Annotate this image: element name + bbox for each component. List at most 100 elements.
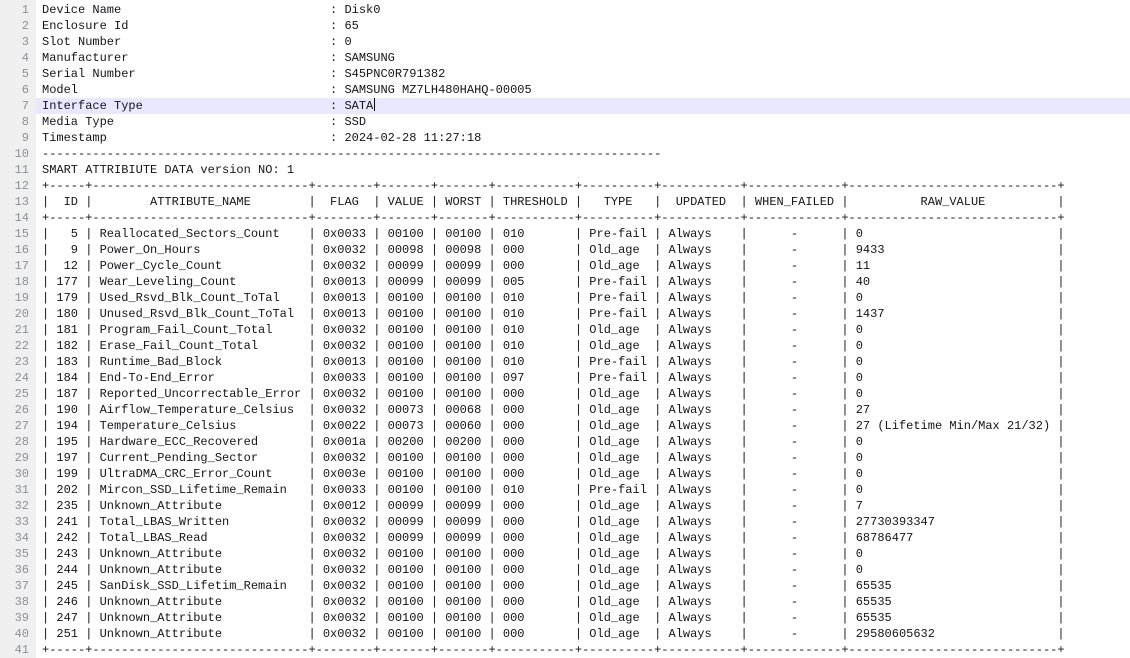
line-number: 17 — [0, 258, 36, 274]
editor-line[interactable]: 25| 187 | Reported_Uncorrectable_Error |… — [0, 386, 1130, 402]
line-number: 35 — [0, 546, 36, 562]
line-number: 13 — [0, 194, 36, 210]
text-editor[interactable]: 1 Device Name : Disk02Enclosure Id : 653S… — [0, 0, 1130, 658]
line-number: 37 — [0, 578, 36, 594]
editor-line[interactable]: 23| 183 | Runtime_Bad_Block | 0x0013 | 0… — [0, 354, 1130, 370]
editor-line[interactable]: 10 --------------------------------------… — [0, 146, 1130, 162]
editor-line[interactable]: 33| 241 | Total_LBAS_Written | 0x0032 | … — [0, 514, 1130, 530]
line-number: 11 — [0, 162, 36, 178]
editor-line[interactable]: 13 | ID | ATTRIBUTE_NAME | FLAG | VALUE |… — [0, 194, 1130, 210]
line-text: Enclosure Id : 65 — [42, 18, 359, 34]
line-number: 19 — [0, 290, 36, 306]
line-text: | 245 | SanDisk_SSD_Lifetim_Remain | 0x0… — [42, 578, 1065, 594]
line-number: 5 — [0, 66, 36, 82]
line-number: 21 — [0, 322, 36, 338]
editor-line[interactable]: 15| 5 | Reallocated_Sectors_Count | 0x00… — [0, 226, 1130, 242]
editor-line[interactable]: 18| 177 | Wear_Leveling_Count | 0x0013 |… — [0, 274, 1130, 290]
line-number: 14 — [0, 210, 36, 226]
line-number: 32 — [0, 498, 36, 514]
line-text: | 197 | Current_Pending_Sector | 0x0032 … — [42, 450, 1065, 466]
line-number: 28 — [0, 434, 36, 450]
editor-line[interactable]: 28 | 195 | Hardware_ECC_Recovered | 0x001… — [0, 434, 1130, 450]
editor-line[interactable]: 3Slot Number : 0 — [0, 34, 1130, 50]
line-text: Model : SAMSUNG MZ7LH480HAHQ-00005 — [42, 82, 532, 98]
line-text: | 182 | Erase_Fail_Count_Total | 0x0032 … — [42, 338, 1065, 354]
line-number: 23 — [0, 354, 36, 370]
line-number: 41 — [0, 642, 36, 658]
editor-line-current[interactable]: 7Interface Type : SATA — [0, 98, 1130, 114]
line-number: 34 — [0, 530, 36, 546]
line-number: 25 — [0, 386, 36, 402]
editor-line[interactable]: 22 | 182 | Erase_Fail_Count_Total | 0x003… — [0, 338, 1130, 354]
line-number: 27 — [0, 418, 36, 434]
line-text: | 195 | Hardware_ECC_Recovered | 0x001a … — [42, 434, 1065, 450]
line-number: 40 — [0, 626, 36, 642]
editor-line[interactable]: 24| 184 | End-To-End_Error | 0x0033 | 00… — [0, 370, 1130, 386]
editor-line[interactable]: 19 | 179 | Used_Rsvd_Blk_Count_ToTal | 0x… — [0, 290, 1130, 306]
line-number: 6 — [0, 82, 36, 98]
line-text: | 242 | Total_LBAS_Read | 0x0032 | 00099… — [42, 530, 1065, 546]
line-text: Manufacturer : SAMSUNG — [42, 50, 395, 66]
line-number: 39 — [0, 610, 36, 626]
line-text: | 199 | UltraDMA_CRC_Error_Count | 0x003… — [42, 466, 1065, 482]
line-text: Serial Number : S45PNC0R791382 — [42, 66, 445, 82]
line-text: Device Name : Disk0 — [42, 2, 380, 18]
line-number: 1 — [0, 2, 36, 18]
editor-line[interactable]: 34 | 242 | Total_LBAS_Read | 0x0032 | 000… — [0, 530, 1130, 546]
line-number: 26 — [0, 402, 36, 418]
editor-line[interactable]: 29| 197 | Current_Pending_Sector | 0x003… — [0, 450, 1130, 466]
editor-line[interactable]: 14+-----+------------------------------+… — [0, 210, 1130, 226]
editor-line[interactable]: 40| 251 | Unknown_Attribute | 0x0032 | 0… — [0, 626, 1130, 642]
line-text: ----------------------------------------… — [42, 146, 661, 162]
editor-line[interactable]: 36| 244 | Unknown_Attribute | 0x0032 | 0… — [0, 562, 1130, 578]
editor-line[interactable]: 4 Manufacturer : SAMSUNG — [0, 50, 1130, 66]
line-text: | ID | ATTRIBUTE_NAME | FLAG | VALUE | W… — [42, 194, 1065, 210]
line-text: | 179 | Used_Rsvd_Blk_Count_ToTal | 0x00… — [42, 290, 1065, 306]
line-number: 22 — [0, 338, 36, 354]
line-text: | 202 | Mircon_SSD_Lifetime_Remain | 0x0… — [42, 482, 1065, 498]
editor-line[interactable]: 35 | 243 | Unknown_Attribute | 0x0032 | 0… — [0, 546, 1130, 562]
editor-line[interactable]: 20| 180 | Unused_Rsvd_Blk_Count_ToTal | … — [0, 306, 1130, 322]
editor-line[interactable]: 8Media Type : SSD — [0, 114, 1130, 130]
line-text: | 194 | Temperature_Celsius | 0x0022 | 0… — [42, 418, 1065, 434]
editor-line[interactable]: 11SMART ATTRIBIUTE DATA version NO: 1 — [0, 162, 1130, 178]
line-text: | 9 | Power_On_Hours | 0x0032 | 00098 | … — [42, 242, 1065, 258]
editor-line[interactable]: 31 | 202 | Mircon_SSD_Lifetime_Remain | 0… — [0, 482, 1130, 498]
editor-line[interactable]: 26| 190 | Airflow_Temperature_Celsius | … — [0, 402, 1130, 418]
editor-line[interactable]: 12 +-----+------------------------------+… — [0, 178, 1130, 194]
editor-content[interactable]: 1 Device Name : Disk02Enclosure Id : 653S… — [0, 2, 1130, 658]
editor-line[interactable]: 30| 199 | UltraDMA_CRC_Error_Count | 0x0… — [0, 466, 1130, 482]
editor-line[interactable]: 5 Serial Number : S45PNC0R791382 — [0, 66, 1130, 82]
line-text: | 180 | Unused_Rsvd_Blk_Count_ToTal | 0x… — [42, 306, 1065, 322]
editor-line[interactable]: 2Enclosure Id : 65 — [0, 18, 1130, 34]
line-text: +-----+------------------------------+--… — [42, 642, 1065, 658]
line-text: +-----+------------------------------+--… — [42, 178, 1065, 194]
editor-line[interactable]: 6 Model : SAMSUNG MZ7LH480HAHQ-00005 — [0, 82, 1130, 98]
line-number: 31 — [0, 482, 36, 498]
editor-line[interactable]: 1 Device Name : Disk0 — [0, 2, 1130, 18]
line-number: 10 — [0, 146, 36, 162]
editor-line[interactable]: 41 +-----+------------------------------+… — [0, 642, 1130, 658]
editor-line[interactable]: 27 | 194 | Temperature_Celsius | 0x0022 |… — [0, 418, 1130, 434]
editor-line[interactable]: 39 | 247 | Unknown_Attribute | 0x0032 | 0… — [0, 610, 1130, 626]
editor-line[interactable]: 9 Timestamp : 2024-02-28 11:27:18 — [0, 130, 1130, 146]
editor-line[interactable]: 17| 12 | Power_Cycle_Count | 0x0032 | 00… — [0, 258, 1130, 274]
line-text: | 181 | Program_Fail_Count_Total | 0x003… — [42, 322, 1065, 338]
line-number: 4 — [0, 50, 36, 66]
editor-line[interactable]: 38| 246 | Unknown_Attribute | 0x0032 | 0… — [0, 594, 1130, 610]
editor-line[interactable]: 32| 235 | Unknown_Attribute | 0x0012 | 0… — [0, 498, 1130, 514]
line-number: 38 — [0, 594, 36, 610]
editor-line[interactable]: 21 | 181 | Program_Fail_Count_Total | 0x0… — [0, 322, 1130, 338]
line-number: 16 — [0, 242, 36, 258]
editor-line[interactable]: 16 | 9 | Power_On_Hours | 0x0032 | 00098 … — [0, 242, 1130, 258]
line-text: | 247 | Unknown_Attribute | 0x0032 | 001… — [42, 610, 1065, 626]
line-number: 9 — [0, 130, 36, 146]
line-text: Interface Type : SATA — [42, 98, 375, 114]
line-text: | 243 | Unknown_Attribute | 0x0032 | 001… — [42, 546, 1065, 562]
line-text: Media Type : SSD — [42, 114, 366, 130]
line-text: | 5 | Reallocated_Sectors_Count | 0x0033… — [42, 226, 1065, 242]
editor-line[interactable]: 37 | 245 | SanDisk_SSD_Lifetim_Remain | 0… — [0, 578, 1130, 594]
line-number: 33 — [0, 514, 36, 530]
line-number: 12 — [0, 178, 36, 194]
line-text: Timestamp : 2024-02-28 11:27:18 — [42, 130, 481, 146]
